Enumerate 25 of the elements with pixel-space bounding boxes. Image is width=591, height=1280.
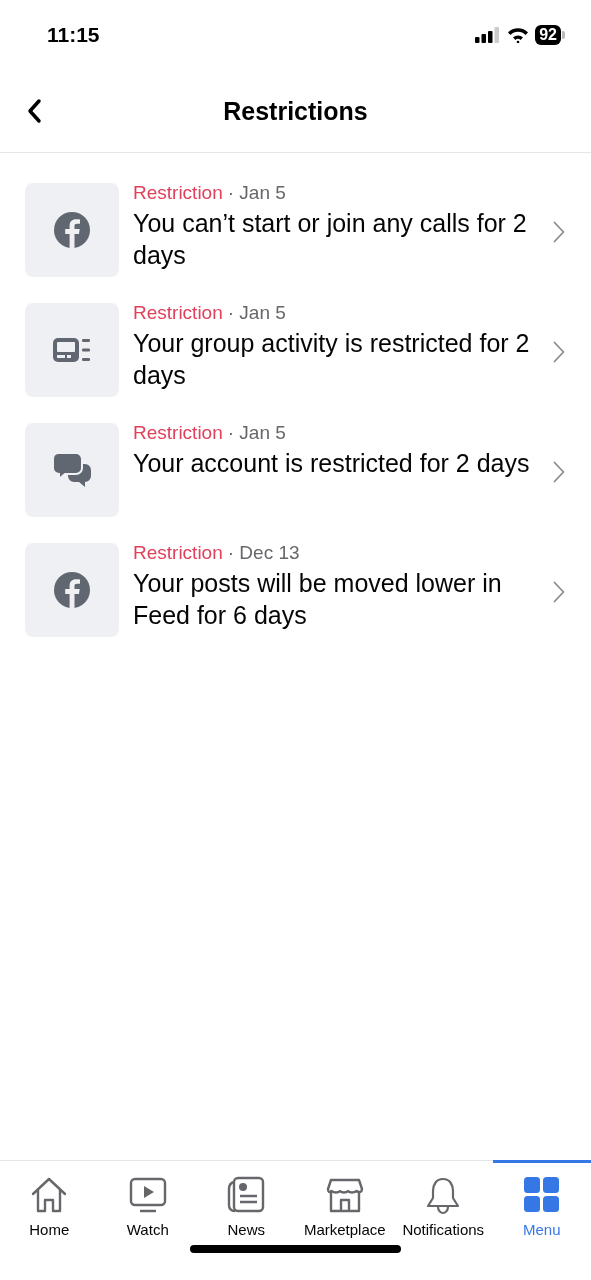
item-message: Your posts will be moved lower in Feed for 6 days [133, 568, 503, 631]
item-category: Restriction [133, 303, 223, 323]
nav-tab[interactable]: Notifications [394, 1160, 493, 1245]
item-date: · Jan 5 [227, 183, 286, 203]
page-title: Restrictions [223, 96, 368, 126]
item-date: · Dec 13 [227, 543, 300, 563]
item-message: You can’t start or join any calls for 2 days [133, 208, 528, 271]
item-date: · Jan 5 [227, 423, 286, 443]
restriction-item[interactable]: Restriction · Jan 5 You can’t start or join any calls for 2 days [0, 183, 591, 277]
item-date: · Jan 5 [227, 303, 286, 323]
item-category: Restriction [133, 543, 223, 563]
restriction-item[interactable]: Restriction · Jan 5 Your account is restricted for 2 days [0, 423, 591, 517]
nav-tab[interactable]: Home [0, 1160, 99, 1245]
status-time: 11:15 [47, 23, 100, 47]
restriction-item[interactable]: Restriction · Jan 5 Your group activity is restricted for 2 days [0, 303, 591, 397]
nav-tab[interactable]: Menu [492, 1160, 591, 1245]
nav-tab[interactable]: News [197, 1160, 296, 1245]
battery-indicator: 92 [535, 25, 561, 45]
item-category: Restriction [133, 183, 223, 203]
restriction-item[interactable]: Restriction · Dec 13 Your posts will be moved lower in Feed for 6 days [0, 543, 591, 637]
item-message: Your account is restricted for 2 days [133, 448, 531, 479]
item-category: Restriction [133, 423, 223, 443]
nav-tab[interactable]: Marketplace [295, 1160, 394, 1245]
item-message: Your group activity is restricted for 2 days [133, 328, 531, 391]
nav-tab[interactable]: Watch [98, 1160, 197, 1245]
